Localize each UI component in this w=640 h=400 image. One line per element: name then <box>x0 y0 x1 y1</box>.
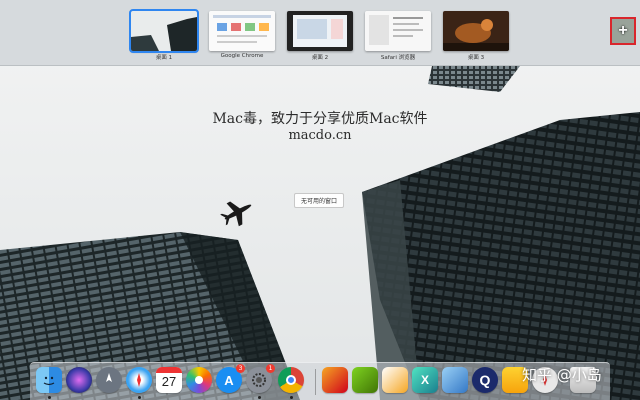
mission-control-spaces-bar: 桌面 1 Google Chrome 桌面 2 Safari 浏览器 桌面 3 … <box>0 0 640 66</box>
finder-icon[interactable] <box>36 367 62 393</box>
corner-watermark: 知乎 @小岛 <box>522 366 602 384</box>
space-label: Safari 浏览器 <box>380 55 416 61</box>
space-desktop-3[interactable]: 桌面 3 <box>443 11 509 61</box>
calendar-icon[interactable]: 27 <box>156 367 182 393</box>
space-desktop-1[interactable]: 桌面 1 <box>129 9 199 61</box>
xcode-app-icon[interactable]: X <box>412 367 438 393</box>
photos-icon[interactable] <box>186 367 212 393</box>
space-thumbnail <box>443 11 509 51</box>
space-thumbnail <box>365 11 431 51</box>
space-label: 桌面 2 <box>311 55 329 61</box>
running-indicator <box>138 396 141 399</box>
safari-icon[interactable] <box>126 367 152 393</box>
space-safari[interactable]: Safari 浏览器 <box>365 11 431 61</box>
drawing-app-icon[interactable] <box>382 367 408 393</box>
quicktime-icon[interactable]: Q <box>472 367 498 393</box>
running-indicator <box>48 396 51 399</box>
paintbrush-app-icon[interactable] <box>322 367 348 393</box>
space-thumbnail <box>287 11 353 51</box>
space-label: 桌面 3 <box>467 55 485 61</box>
add-desktop-button[interactable]: + <box>610 17 636 45</box>
plus-icon: + <box>618 22 628 39</box>
space-thumbnail <box>209 11 275 51</box>
watermark-title: Mac毒，致力于分享优质Mac软件 <box>212 111 428 127</box>
watermark-url: macdo.cn <box>288 128 352 143</box>
launchpad-icon[interactable] <box>96 367 122 393</box>
chrome-icon[interactable] <box>278 367 304 393</box>
space-thumbnail <box>129 9 199 53</box>
app-store-badge: 3 <box>236 364 245 373</box>
space-google-chrome[interactable]: Google Chrome <box>209 11 275 59</box>
space-label: 桌面 1 <box>155 55 173 61</box>
space-desktop-2[interactable]: 桌面 2 <box>287 11 353 61</box>
space-label: Google Chrome <box>220 53 264 59</box>
no-windows-notice: 无可用的窗口 <box>294 193 345 208</box>
preview-icon[interactable] <box>442 367 468 393</box>
dock-separator <box>315 369 316 395</box>
video-app-icon[interactable] <box>352 367 378 393</box>
system-preferences-badge: 1 <box>266 364 275 373</box>
calendar-day: 27 <box>161 374 177 389</box>
running-indicator <box>290 396 293 399</box>
siri-icon[interactable] <box>66 367 92 393</box>
running-indicator <box>258 396 261 399</box>
